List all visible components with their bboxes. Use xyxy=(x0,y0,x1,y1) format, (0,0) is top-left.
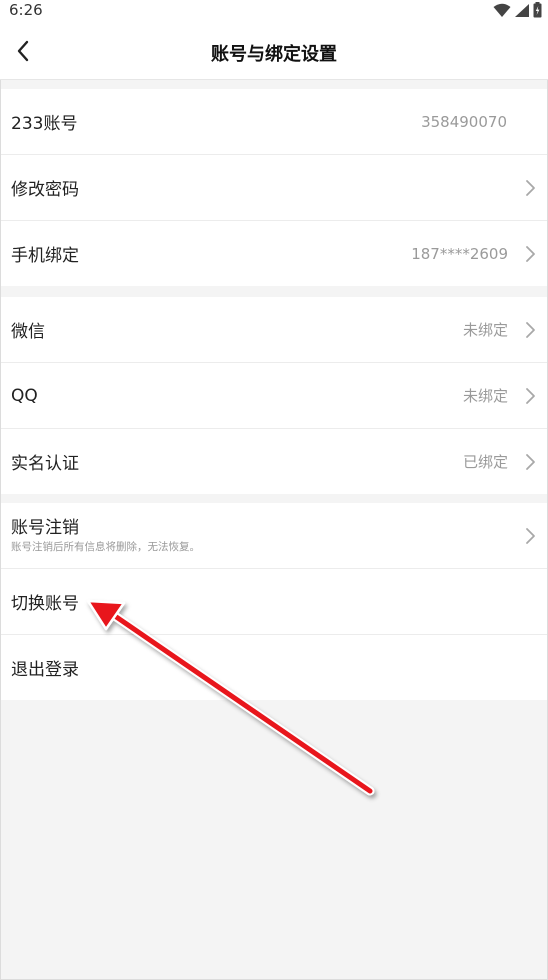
chevron-right-icon xyxy=(526,179,535,196)
chevron-right-icon xyxy=(526,527,535,544)
phone-value: 187****2609 xyxy=(411,244,508,263)
row-label: 切换账号 xyxy=(11,594,79,614)
row-label: 修改密码 xyxy=(11,180,79,200)
row-account-deletion[interactable]: 账号注销 账号注销后所有信息将删除，无法恢复。 xyxy=(1,503,547,569)
row-label: 233账号 xyxy=(11,114,78,134)
binding-status: 未绑定 xyxy=(462,321,508,339)
account-actions-group: 账号注销 账号注销后所有信息将删除，无法恢复。 切换账号 退出登录 xyxy=(1,503,547,700)
wifi-icon xyxy=(493,3,511,17)
row-label: 退出登录 xyxy=(11,660,79,680)
row-233-account: 233账号 358490070 xyxy=(1,89,547,155)
row-label-wrap: 账号注销 账号注销后所有信息将删除，无法恢复。 xyxy=(11,517,200,554)
account-info-group: 233账号 358490070 修改密码 手机绑定 187****2609 xyxy=(1,89,547,286)
account-id-value: 358490070 xyxy=(421,112,507,131)
row-label: 手机绑定 xyxy=(11,246,79,266)
status-bar: 6:26 xyxy=(0,0,548,22)
row-phone-binding[interactable]: 手机绑定 187****2609 xyxy=(1,221,547,286)
chevron-right-icon xyxy=(526,245,535,262)
row-label: QQ xyxy=(11,385,38,406)
row-label: 账号注销 xyxy=(11,518,79,538)
top-app-bar: 账号与绑定设置 xyxy=(0,22,548,80)
binding-status: 未绑定 xyxy=(462,387,508,405)
chevron-right-icon xyxy=(526,321,535,338)
row-label: 实名认证 xyxy=(11,454,79,474)
row-wechat[interactable]: 微信 未绑定 xyxy=(1,297,547,363)
binding-status: 已绑定 xyxy=(462,453,508,471)
third-party-binding-group: 微信 未绑定 QQ 未绑定 实名认证 已绑定 xyxy=(1,297,547,494)
row-sublabel: 账号注销后所有信息将删除，无法恢复。 xyxy=(11,541,200,553)
row-qq[interactable]: QQ 未绑定 xyxy=(1,363,547,429)
chevron-right-icon xyxy=(526,387,535,404)
status-time: 6:26 xyxy=(9,1,43,19)
row-real-name-verification[interactable]: 实名认证 已绑定 xyxy=(1,429,547,494)
row-switch-account[interactable]: 切换账号 xyxy=(1,569,547,635)
row-logout[interactable]: 退出登录 xyxy=(1,635,547,700)
page-title: 账号与绑定设置 xyxy=(211,44,337,65)
battery-icon xyxy=(533,2,542,18)
row-label: 微信 xyxy=(11,322,45,342)
signal-icon xyxy=(515,3,529,17)
row-change-password[interactable]: 修改密码 xyxy=(1,155,547,221)
chevron-right-icon xyxy=(526,453,535,470)
status-icons xyxy=(493,2,542,18)
